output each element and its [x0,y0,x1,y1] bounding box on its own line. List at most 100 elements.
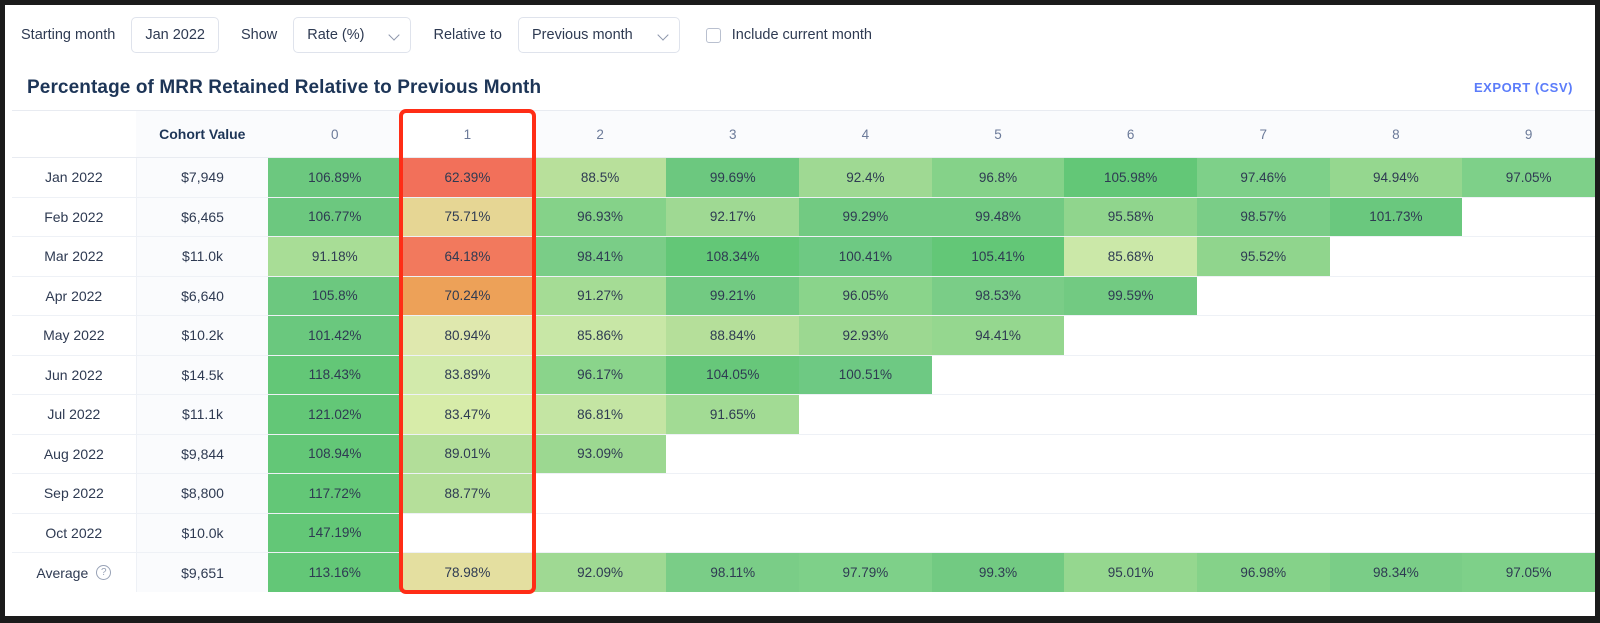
empty-cell [1462,236,1595,277]
retention-cell[interactable]: 95.58% [1064,197,1197,237]
relative-to-select[interactable]: Previous month [518,17,680,53]
retention-cell[interactable]: 98.53% [931,276,1065,316]
cohort-month-label: Oct 2022 [12,513,137,553]
retention-cell[interactable]: 105.41% [931,236,1065,277]
cohort-month-label: Jan 2022 [12,157,137,198]
retention-cell[interactable]: 88.84% [666,315,800,356]
retention-cell[interactable]: 62.39% [401,157,534,198]
retention-cell[interactable]: 97.46% [1196,157,1330,198]
retention-cell[interactable]: 92.4% [799,157,932,198]
retention-cell[interactable]: 91.65% [666,394,800,435]
retention-cell[interactable]: 99.69% [666,157,800,198]
retention-cell[interactable]: 96.05% [799,276,932,316]
retention-cell[interactable]: 100.51% [799,355,932,395]
header-cell-period-4: 4 [799,110,932,158]
retention-cell[interactable]: 118.43% [268,355,402,395]
show-select[interactable]: Rate (%) [293,17,412,53]
starting-month-input[interactable]: Jan 2022 [131,17,219,53]
table-row: Jul 2022 $11.1k 121.02% 83.47% 86.81% 91.65% [12,394,1595,435]
retention-cell[interactable]: 98.57% [1196,197,1330,237]
empty-cell [533,513,667,553]
retention-cell[interactable]: 96.98% [1196,552,1330,592]
retention-cell[interactable]: 94.41% [931,315,1065,356]
retention-cell[interactable]: 99.29% [799,197,932,237]
retention-cell[interactable]: 99.59% [1064,276,1197,316]
question-circle-icon[interactable]: ? [96,565,112,580]
retention-cell[interactable]: 121.02% [268,394,402,435]
retention-cell[interactable]: 99.48% [931,197,1065,237]
empty-cell [666,473,800,514]
empty-cell [1196,315,1330,356]
retention-cell[interactable]: 96.17% [533,355,667,395]
retention-cell[interactable]: 88.77% [401,473,534,514]
include-current-month-checkbox[interactable]: Include current month [705,27,872,43]
empty-cell [1064,434,1197,474]
table-row: Mar 2022 $11.0k 91.18% 64.18% 98.41% 108.34% 1… [12,236,1595,277]
retention-cell[interactable]: 92.93% [799,315,932,356]
retention-cell[interactable]: 98.11% [666,552,800,592]
retention-cell[interactable]: 96.8% [931,157,1065,198]
retention-cell[interactable]: 83.89% [401,355,534,395]
chevron-down-icon [390,30,400,40]
empty-cell [1196,513,1330,553]
retention-cell[interactable]: 94.94% [1329,157,1463,198]
report-title-row: Percentage of MRR Retained Relative to P… [5,65,1595,110]
retention-cell[interactable]: 100.41% [799,236,932,277]
retention-cell[interactable]: 106.89% [268,157,402,198]
retention-cell[interactable]: 85.86% [533,315,667,356]
retention-cell[interactable]: 92.09% [533,552,667,592]
retention-cell[interactable]: 78.98% [401,552,534,592]
retention-cell[interactable]: 96.93% [533,197,667,237]
header-cell-period-9: 9 [1462,110,1595,158]
retention-cell[interactable]: 91.27% [533,276,667,316]
retention-cell[interactable]: 95.01% [1064,552,1197,592]
retention-cell[interactable]: 105.98% [1064,157,1197,198]
retention-cell[interactable]: 98.41% [533,236,667,277]
retention-cell[interactable]: 89.01% [401,434,534,474]
retention-cell[interactable]: 97.79% [799,552,932,592]
retention-cell[interactable]: 97.05% [1462,157,1595,198]
retention-cell[interactable]: 80.94% [401,315,534,356]
retention-cell[interactable]: 92.17% [666,197,800,237]
retention-cell[interactable]: 75.71% [401,197,534,237]
cohort-month-label: Mar 2022 [12,236,137,277]
retention-cell[interactable]: 64.18% [401,236,534,277]
relative-to-select-value: Previous month [532,27,633,43]
retention-cell[interactable]: 83.47% [401,394,534,435]
cohort-retention-screen: Starting month Jan 2022 Show Rate (%) Re… [0,0,1600,623]
retention-cell[interactable]: 108.94% [268,434,402,474]
checkbox-icon[interactable] [705,27,721,43]
retention-cell[interactable]: 99.3% [931,552,1065,592]
retention-cell[interactable]: 70.24% [401,276,534,316]
retention-cell[interactable]: 117.72% [268,473,402,514]
retention-cell[interactable]: 95.52% [1196,236,1330,277]
export-csv-button[interactable]: EXPORT (CSV) [1474,80,1573,95]
window-frame-bottom [0,616,1600,623]
retention-cell[interactable]: 97.05% [1462,552,1595,592]
retention-cell[interactable]: 101.73% [1329,197,1463,237]
retention-cell[interactable]: 108.34% [666,236,800,277]
retention-cell[interactable]: 98.34% [1329,552,1463,592]
retention-cell[interactable]: 91.18% [268,236,402,277]
report-filter-toolbar: Starting month Jan 2022 Show Rate (%) Re… [5,5,1595,65]
retention-cell[interactable]: 86.81% [533,394,667,435]
cohort-month-label: Jun 2022 [12,355,137,395]
retention-cell[interactable]: 105.8% [268,276,402,316]
retention-cell[interactable]: 85.68% [1064,236,1197,277]
empty-cell [1462,276,1595,316]
empty-cell [1329,513,1463,553]
retention-cell[interactable]: 88.5% [533,157,667,198]
retention-cell[interactable]: 147.19% [268,513,402,553]
retention-cell[interactable]: 99.21% [666,276,800,316]
retention-cell[interactable]: 106.77% [268,197,402,237]
retention-cell[interactable]: 104.05% [666,355,800,395]
include-current-month-label: Include current month [731,27,872,43]
retention-cell[interactable]: 93.09% [533,434,667,474]
empty-cell [1462,394,1595,435]
empty-cell [1196,394,1330,435]
cohort-table-head: Cohort Value 0 1 2 3 4 5 6 7 8 9 [12,110,1595,158]
retention-cell[interactable]: 101.42% [268,315,402,356]
cohort-month-label: Feb 2022 [12,197,137,237]
retention-cell[interactable]: 113.16% [268,552,402,592]
window-frame-right [1595,0,1600,623]
